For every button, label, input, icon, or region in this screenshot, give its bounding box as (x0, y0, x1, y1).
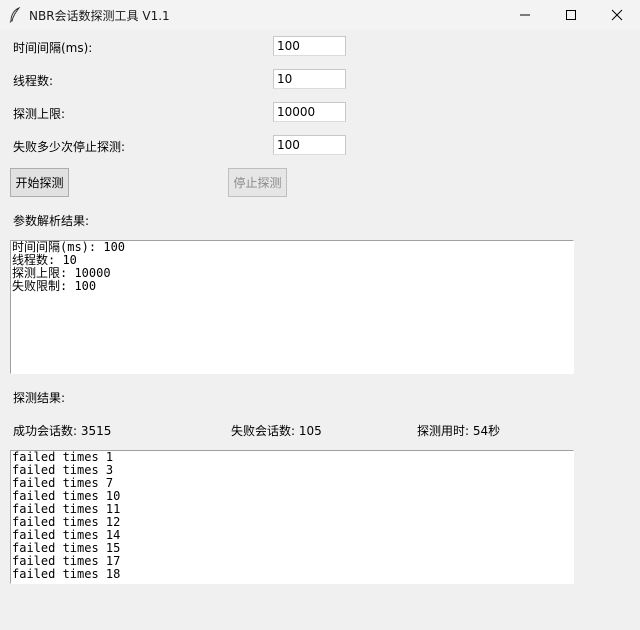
log-line: failed times 18 (12, 567, 121, 581)
params-line: 时间间隔(ms): 100 (12, 240, 126, 254)
params-textbox[interactable]: 时间间隔(ms): 100 线程数: 10 探测上限: 10000 失败限制: … (10, 240, 574, 374)
close-icon (611, 9, 623, 21)
stop-button[interactable]: 停止探测 (228, 168, 287, 197)
minimize-icon (520, 14, 530, 16)
elapsed-time: 探测用时: 54秒 (417, 424, 501, 438)
interval-input[interactable] (273, 36, 346, 56)
fail-threshold-label: 失败多少次停止探测: (13, 140, 126, 154)
threads-input[interactable] (273, 69, 346, 89)
params-line: 探测上限: 10000 (12, 266, 111, 280)
window-title: NBR会话数探测工具 V1.1 (29, 9, 170, 23)
interval-label: 时间间隔(ms): (13, 41, 93, 55)
fail-threshold-input[interactable] (273, 135, 346, 155)
success-count: 成功会话数: 3515 (13, 424, 112, 438)
maximize-button[interactable] (548, 0, 594, 30)
params-header: 参数解析结果: (13, 214, 90, 228)
limit-input[interactable] (273, 102, 346, 122)
results-header: 探测结果: (13, 391, 66, 405)
maximize-icon (566, 10, 576, 20)
limit-label: 探测上限: (13, 107, 66, 121)
feather-icon (8, 6, 22, 23)
title-bar: NBR会话数探测工具 V1.1 (0, 0, 640, 30)
log-textbox[interactable]: failed times 1 failed times 3 failed tim… (10, 450, 574, 584)
start-button[interactable]: 开始探测 (10, 168, 69, 197)
minimize-button[interactable] (502, 0, 548, 30)
params-line: 失败限制: 100 (12, 279, 97, 293)
failed-count: 失败会话数: 105 (231, 424, 322, 438)
threads-label: 线程数: (13, 74, 54, 88)
close-button[interactable] (594, 0, 640, 30)
